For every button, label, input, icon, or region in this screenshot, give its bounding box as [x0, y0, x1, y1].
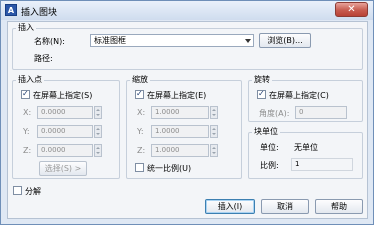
insert-block-dialog: A 插入图块 ✕ 插入 名称(N): 标准图框 浏览(B)... 路径: 插入点… — [0, 0, 374, 225]
window-title: 插入图块 — [21, 8, 58, 18]
rotation-onscreen-label[interactable]: 在屏幕上指定(C) — [269, 90, 329, 101]
insertion-z-label: Z: — [23, 146, 32, 155]
rotation-onscreen-checkbox[interactable] — [257, 89, 266, 99]
insert-group-label: 插入 — [16, 22, 36, 33]
uniform-scale-label[interactable]: 统一比例(U) — [147, 163, 191, 174]
scale-y-label: Y: — [137, 127, 144, 136]
scale-x-label: X: — [137, 108, 146, 117]
dialog-body: 插入 名称(N): 标准图框 浏览(B)... 路径: 插入点 在屏幕上指定(S… — [7, 21, 368, 219]
insertion-y-field[interactable]: 0.0000 — [37, 125, 93, 138]
insertion-x-field[interactable]: 0.0000 — [37, 106, 93, 119]
block-unit-group — [248, 132, 363, 179]
insertion-point-label: 插入点 — [16, 74, 44, 85]
chevron-down-icon[interactable] — [245, 39, 251, 43]
explode-label[interactable]: 分解 — [25, 186, 41, 197]
close-button[interactable]: ✕ — [335, 2, 368, 17]
explode-checkbox[interactable] — [13, 186, 22, 195]
help-button[interactable]: 帮助 — [315, 199, 363, 214]
insertion-z-field[interactable]: 0.0000 — [37, 144, 93, 157]
unit-value: 无单位 — [294, 143, 318, 152]
path-label: 路径: — [34, 54, 53, 63]
insertion-x-spinner[interactable] — [94, 106, 102, 119]
insertion-x-label: X: — [23, 108, 32, 117]
scale-z-spinner[interactable] — [210, 144, 218, 157]
app-icon: A — [5, 4, 17, 16]
close-icon: ✕ — [347, 4, 356, 15]
angle-field[interactable]: 0 — [295, 106, 347, 119]
scale-y-spinner[interactable] — [210, 125, 218, 138]
insertion-z-spinner[interactable] — [94, 144, 102, 157]
scale-z-label: Z: — [137, 146, 146, 155]
insertion-y-label: Y: — [23, 127, 30, 136]
angle-label: 角度(A): — [259, 109, 290, 118]
scale-z-field[interactable]: 1.0000 — [151, 144, 209, 157]
scale-y-field[interactable]: 1.0000 — [151, 125, 209, 138]
scale-onscreen-checkbox[interactable] — [135, 89, 144, 99]
browse-button[interactable]: 浏览(B)... — [259, 33, 311, 48]
scale-x-spinner[interactable] — [210, 106, 218, 119]
rotation-group-label: 旋转 — [252, 74, 272, 85]
insert-button[interactable]: 插入(I) — [205, 199, 255, 214]
scale-onscreen-label[interactable]: 在屏幕上指定(E) — [147, 90, 206, 101]
title-bar[interactable]: A 插入图块 ✕ — [1, 1, 373, 20]
factor-label: 比例: — [260, 161, 279, 170]
insertion-onscreen-label[interactable]: 在屏幕上指定(S) — [33, 90, 92, 101]
block-unit-group-label: 块单位 — [252, 126, 280, 137]
cancel-button[interactable]: 取消 — [261, 199, 309, 214]
select-point-button[interactable]: 选择(S) > — [39, 161, 87, 176]
scale-group-label: 缩放 — [130, 74, 150, 85]
uniform-scale-checkbox[interactable] — [135, 163, 144, 172]
insertion-onscreen-checkbox[interactable] — [21, 89, 30, 99]
factor-field: 1 — [291, 158, 353, 171]
scale-x-field[interactable]: 1.0000 — [151, 106, 209, 119]
unit-label: 单位: — [260, 143, 279, 152]
insertion-y-spinner[interactable] — [94, 125, 102, 138]
block-name-value: 标准图框 — [94, 36, 126, 45]
name-label: 名称(N): — [34, 37, 65, 46]
block-name-combo[interactable]: 标准图框 — [90, 34, 254, 47]
